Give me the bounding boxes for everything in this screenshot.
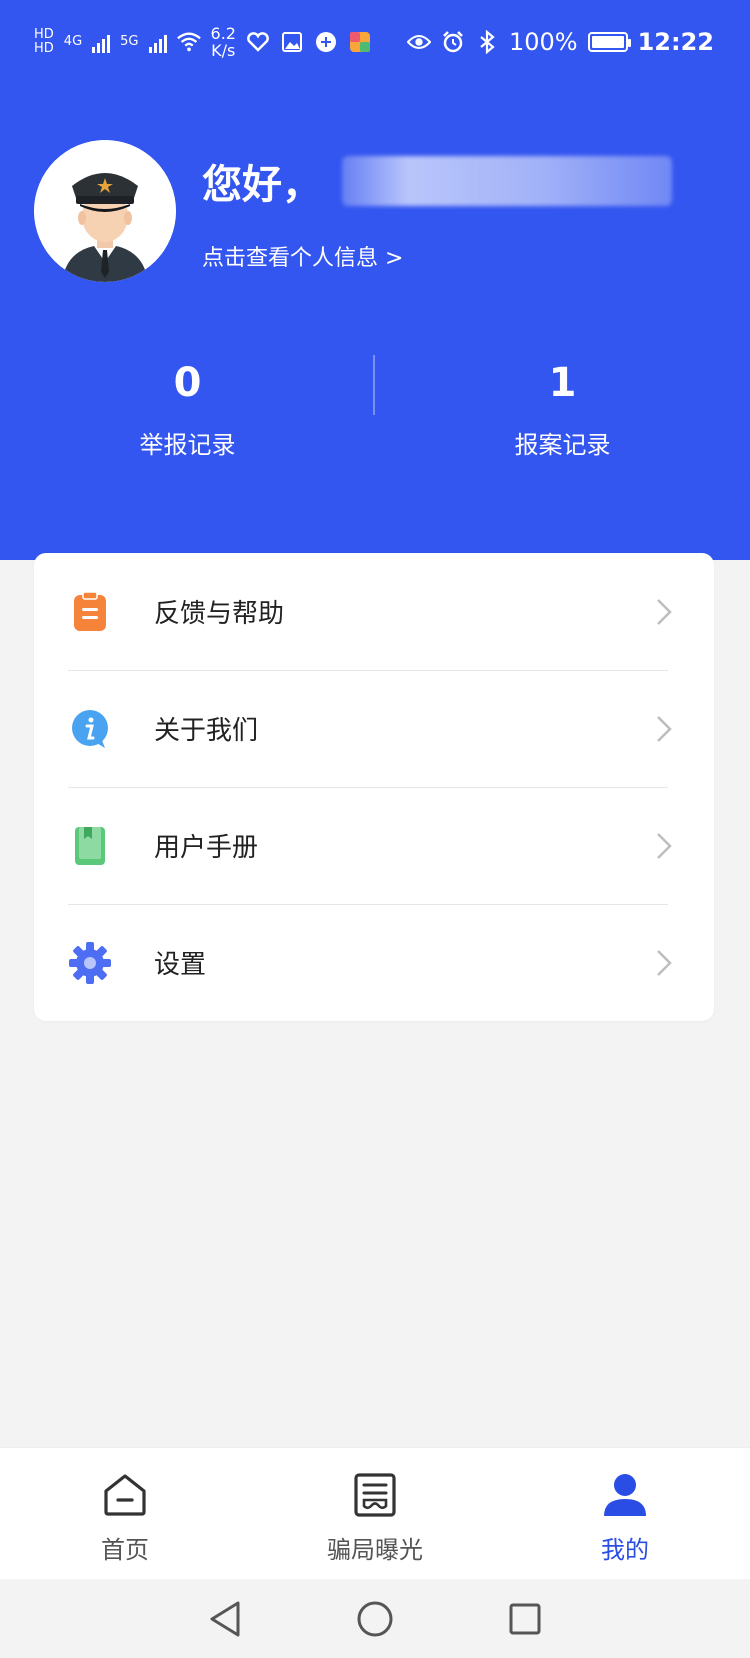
- colorful-app-icon: [348, 30, 372, 54]
- status-left: HD HD 4G 5G 6.2 K/s: [34, 25, 372, 59]
- signal-icon: [92, 31, 111, 53]
- status-bar: HD HD 4G 5G 6.2 K/s 100% 12:22: [0, 0, 750, 84]
- menu-item-settings[interactable]: 设置: [34, 904, 714, 1021]
- home-icon: [100, 1470, 150, 1520]
- chevron-right-icon: [657, 949, 672, 976]
- network-5g-label: 5G: [120, 34, 139, 49]
- greeting: 您好，: [202, 152, 672, 210]
- avatar[interactable]: [34, 140, 176, 282]
- menu-label: 反馈与帮助: [154, 599, 285, 629]
- menu-label: 设置: [154, 950, 207, 980]
- gallery-icon: [280, 30, 304, 54]
- tab-label: 我的: [601, 1536, 649, 1564]
- bluetooth-icon: [475, 30, 499, 54]
- battery-percentage: 100%: [508, 28, 578, 56]
- tab-home[interactable]: 首页: [0, 1448, 250, 1579]
- stat-report-records[interactable]: 0 举报记录: [0, 355, 375, 460]
- tab-label: 骗局曝光: [327, 1536, 423, 1564]
- clipboard-icon: [68, 590, 112, 634]
- info-bubble-icon: [68, 707, 112, 751]
- signal-icon: [148, 31, 167, 53]
- user-icon: [600, 1470, 650, 1520]
- status-right: 100% 12:22: [406, 28, 714, 56]
- stat-label: 举报记录: [139, 431, 236, 459]
- eye-icon: [406, 30, 431, 54]
- username-redacted: [342, 156, 672, 206]
- network-speed: 6.2 K/s: [210, 24, 236, 60]
- menu-item-manual[interactable]: 用户手册: [34, 787, 714, 904]
- battery-icon: [587, 32, 631, 52]
- chevron-right-icon: [657, 598, 672, 625]
- menu-label: 用户手册: [154, 833, 259, 863]
- stats-row: 0 举报记录 1 报案记录: [0, 355, 750, 460]
- system-nav-bar: [0, 1579, 750, 1658]
- news-icon: [350, 1470, 400, 1520]
- back-triangle-icon[interactable]: [205, 1599, 245, 1639]
- menu-item-about[interactable]: 关于我们: [34, 670, 714, 787]
- stat-case-records[interactable]: 1 报案记录: [375, 355, 750, 460]
- menu-card: 反馈与帮助 关于我们 用户手册 设置: [34, 553, 714, 1021]
- hd-indicator: HD HD: [34, 27, 54, 56]
- chevron-right-icon: [657, 715, 672, 742]
- tab-label: 首页: [101, 1536, 149, 1564]
- app-notification-icon: [314, 30, 338, 54]
- tab-scam-exposure[interactable]: 骗局曝光: [250, 1448, 500, 1579]
- gear-icon: [68, 941, 112, 985]
- home-circle-icon[interactable]: [355, 1599, 395, 1639]
- menu-label: 关于我们: [154, 716, 259, 746]
- greeting-text: 您好，: [202, 162, 322, 208]
- stat-label: 报案记录: [514, 431, 611, 459]
- wifi-icon: [176, 30, 201, 54]
- stat-value: 0: [173, 360, 202, 406]
- alarm-icon: [441, 30, 465, 54]
- header-curve: [0, 0, 750, 620]
- recents-square-icon[interactable]: [505, 1599, 545, 1639]
- network-4g-label: 4G: [63, 34, 83, 49]
- police-officer-avatar-icon: [34, 140, 176, 282]
- menu-item-feedback[interactable]: 反馈与帮助: [34, 553, 714, 670]
- chevron-right-icon: [657, 832, 672, 859]
- book-icon: [68, 824, 112, 868]
- stat-value: 1: [548, 360, 577, 406]
- bottom-nav: 首页 骗局曝光 我的: [0, 1447, 750, 1579]
- clock-time: 12:22: [637, 28, 714, 56]
- tab-mine[interactable]: 我的: [500, 1448, 750, 1579]
- view-profile-link[interactable]: 点击查看个人信息 >: [202, 240, 403, 272]
- heart-pulse-icon: [246, 30, 270, 54]
- stat-divider: [373, 355, 375, 415]
